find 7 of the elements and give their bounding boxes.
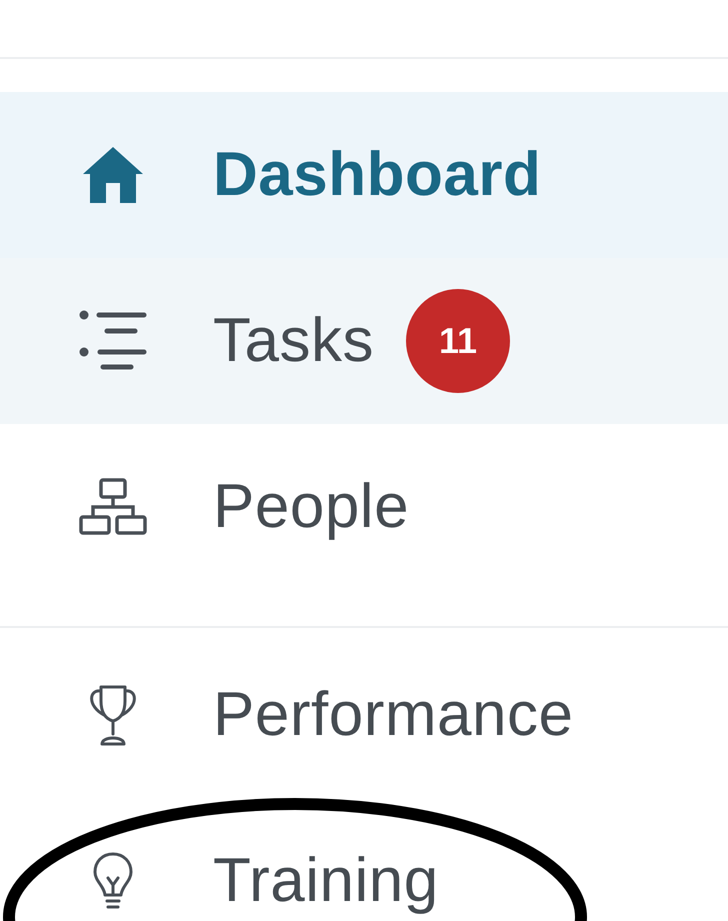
lightbulb-icon: [92, 851, 134, 911]
menu-item[interactable]: Tasks 11: [0, 258, 728, 424]
home-icon: [83, 147, 143, 203]
count-badge: 11: [406, 289, 510, 393]
list-icon: [79, 310, 147, 372]
menu-item[interactable]: Dashboard: [0, 92, 728, 258]
org-chart-icon: [79, 478, 147, 536]
